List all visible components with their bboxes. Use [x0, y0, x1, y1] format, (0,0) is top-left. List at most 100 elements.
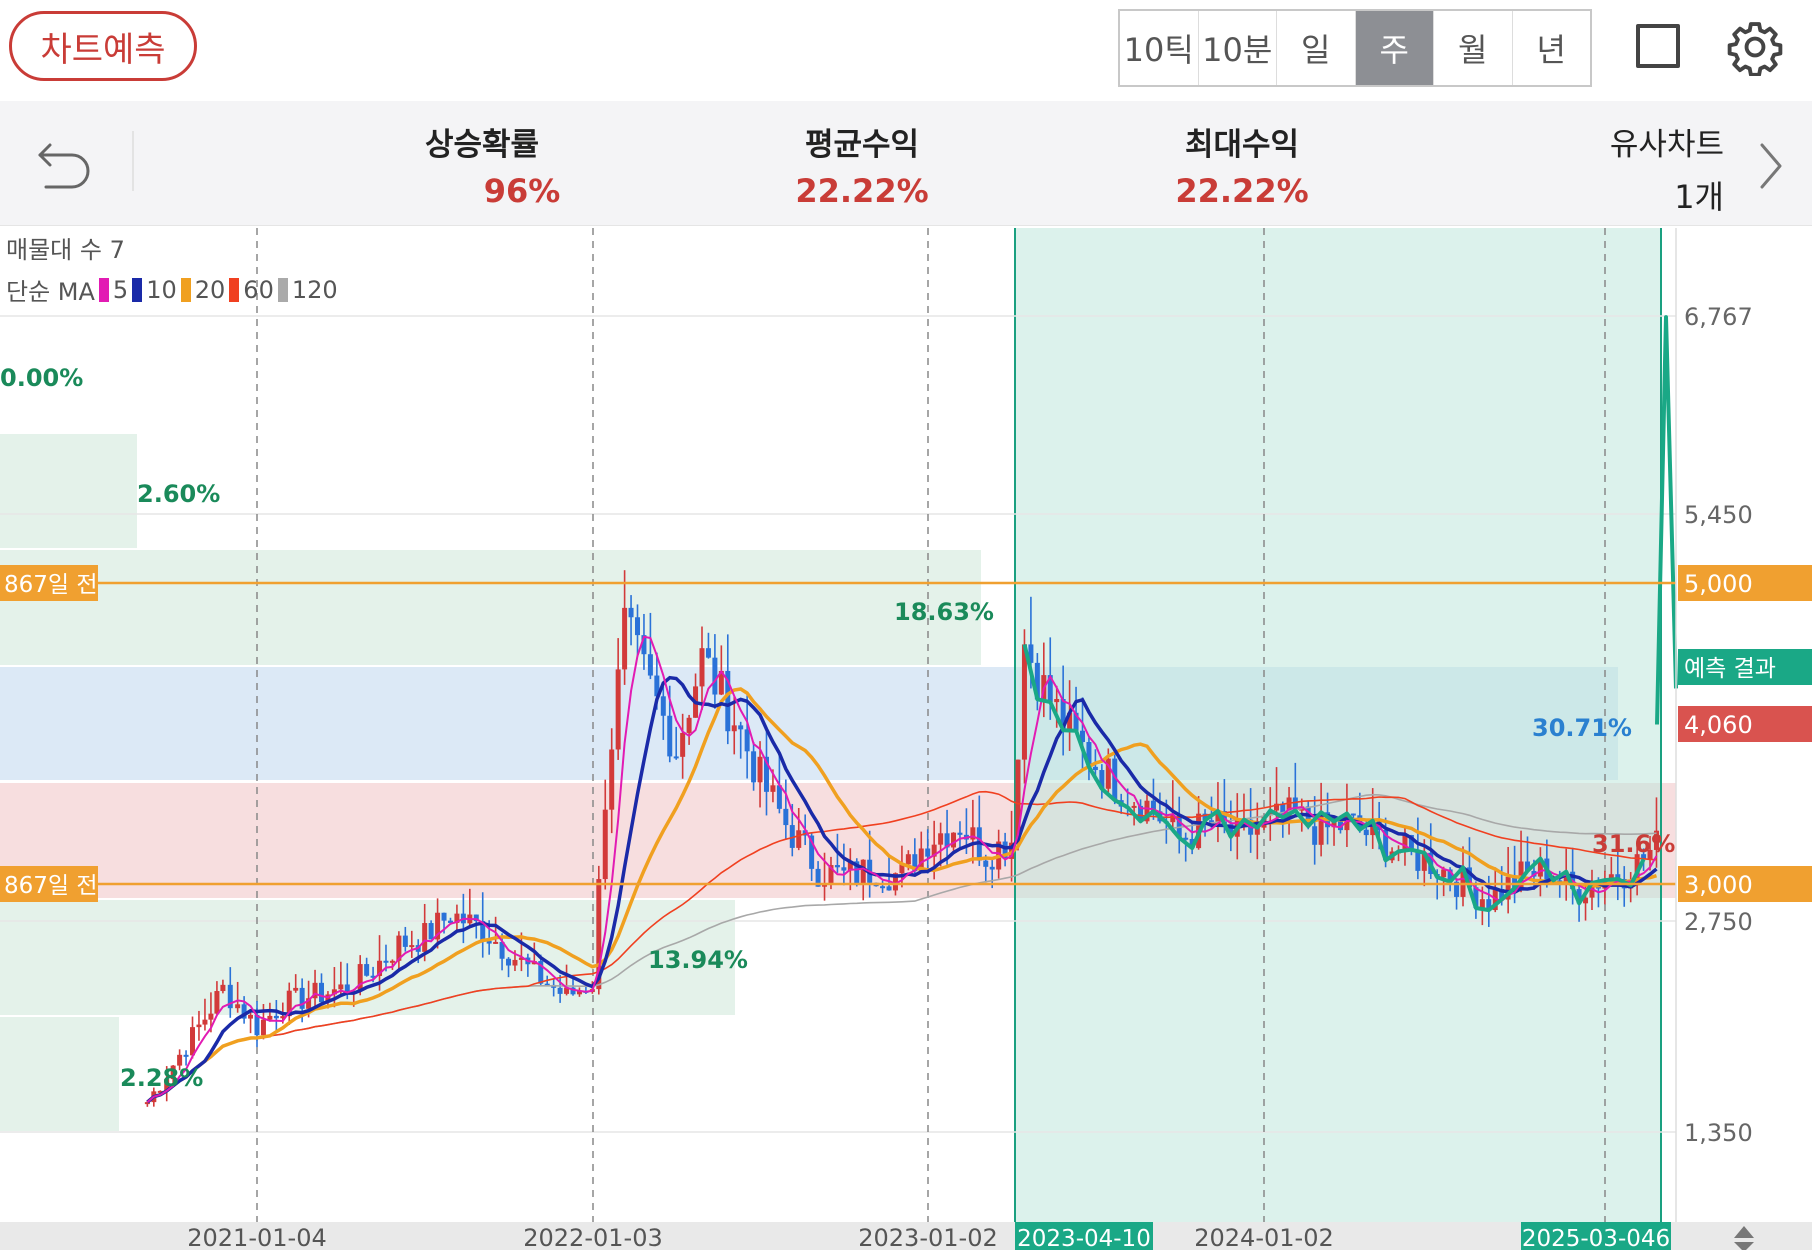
- x-axis-tick: 2022-01-03: [523, 1224, 662, 1250]
- gear-icon[interactable]: [1726, 18, 1784, 76]
- candle-body: [389, 960, 395, 963]
- max-return-value: 22.22%: [1175, 172, 1309, 210]
- candle-body: [699, 648, 705, 687]
- candle-body: [248, 1014, 254, 1019]
- candle-body: [783, 808, 789, 826]
- zone-percent-label: 13.94%: [648, 946, 748, 974]
- candle-body: [886, 886, 892, 891]
- ma10-swatch: [132, 277, 143, 302]
- candle-body: [422, 923, 428, 952]
- candle-body: [667, 715, 673, 757]
- ma120-label: 120: [291, 275, 338, 304]
- current-price-tag: 4,060: [1684, 711, 1753, 739]
- candle-body: [1363, 829, 1369, 836]
- candle-body: [635, 617, 641, 636]
- period-week-button[interactable]: 주: [1355, 11, 1434, 85]
- x-axis-tick: 2024-01-02: [1194, 1224, 1333, 1250]
- candle-body: [905, 854, 911, 865]
- candle-body: [383, 960, 389, 963]
- candle-body: [615, 669, 621, 750]
- candle-body: [989, 866, 995, 870]
- candle-body: [1131, 805, 1137, 808]
- candle-body: [602, 809, 608, 880]
- candle-body: [738, 725, 744, 730]
- candle-body: [344, 984, 350, 992]
- volume-band: [0, 434, 137, 548]
- candle-body: [951, 832, 957, 848]
- ma20-label: 20: [194, 275, 226, 304]
- candle-body: [705, 648, 711, 658]
- undo-back-icon[interactable]: [36, 137, 94, 191]
- candle-body: [983, 860, 989, 867]
- candle-body: [744, 729, 750, 752]
- range-end-tag: 2025-03-046: [1522, 1226, 1670, 1250]
- candle-body: [686, 717, 692, 733]
- candle-body: [235, 1004, 241, 1009]
- period-day-button[interactable]: 일: [1277, 11, 1356, 85]
- candle-body: [712, 657, 718, 695]
- period-month-button[interactable]: 월: [1434, 11, 1513, 85]
- top-bar: 차트예측 10틱 10분 일 주 월 년: [0, 0, 1812, 100]
- avg-return-stat: 평균수익 22.22%: [752, 119, 972, 210]
- period-10tick-button[interactable]: 10틱: [1120, 11, 1199, 85]
- y-axis-tick: 6,767: [1684, 303, 1753, 331]
- zone-percent-label: 2.28%: [120, 1064, 203, 1092]
- y-axis-tick: 2,750: [1684, 908, 1753, 936]
- candle-body: [628, 607, 634, 618]
- rise-probability-stat: 상승확률 96%: [372, 119, 592, 210]
- candle-body: [796, 830, 802, 848]
- prediction-result-tag: 예측 결과: [1684, 656, 1776, 682]
- candle-body: [338, 984, 344, 990]
- candle-body: [1318, 812, 1324, 845]
- candle-body: [647, 654, 653, 676]
- candle-body: [293, 987, 299, 991]
- ma-legend: 단순 MA 5 10 20 60 120: [6, 272, 338, 307]
- candle-body: [273, 1015, 279, 1019]
- candle-body: [220, 984, 226, 992]
- candle-body: [938, 833, 944, 845]
- prediction-stats-bar: 상승확률 96% 평균수익 22.22% 최대수익 22.22% 유사차트 1개: [0, 101, 1812, 226]
- ma20-swatch: [180, 277, 191, 302]
- candle-body: [1441, 869, 1447, 878]
- candle-body: [196, 1024, 202, 1028]
- candle-body: [512, 959, 518, 966]
- volume-profile-legend: 매물대 수 7: [6, 236, 125, 264]
- period-year-button[interactable]: 년: [1513, 11, 1591, 85]
- candle-body: [660, 696, 666, 716]
- rise-probability-label: 상승확률: [424, 127, 540, 163]
- price-line-left-tag: 867일 전: [4, 572, 98, 598]
- candle-body: [506, 958, 512, 966]
- volume-band: [0, 550, 981, 665]
- similar-chart-stat[interactable]: 유사차트 1개: [1610, 119, 1724, 218]
- x-axis-tick: 2021-01-04: [187, 1224, 326, 1250]
- candle-body: [957, 832, 963, 835]
- candle-body: [731, 725, 737, 732]
- period-10min-button[interactable]: 10분: [1199, 11, 1277, 85]
- candle-body: [1021, 644, 1027, 760]
- fullscreen-square-icon[interactable]: [1636, 24, 1680, 68]
- ma120-swatch: [277, 277, 288, 302]
- ma10-label: 10: [146, 275, 177, 304]
- price-chart[interactable]: 867일 전 5,000 867일 전 3,000 6,767 5,450 2,750 1,3…: [0, 226, 1812, 1250]
- avg-return-value: 22.22%: [795, 172, 929, 210]
- candle-body: [1350, 813, 1356, 816]
- zone-percent-label: 18.63%: [894, 598, 994, 626]
- zone-percent-label: 30.71%: [1532, 714, 1632, 742]
- range-start-tag: 2023-04-10: [1017, 1226, 1151, 1250]
- candle-body: [770, 785, 776, 792]
- candle-body: [622, 607, 628, 670]
- candle-body: [190, 1027, 196, 1056]
- candle-body: [183, 1054, 189, 1057]
- candle-body: [409, 945, 415, 948]
- candle-body: [402, 935, 408, 947]
- chart-predict-button[interactable]: 차트예측: [9, 11, 197, 81]
- stats-divider: [132, 131, 134, 191]
- candle-body: [208, 1013, 214, 1020]
- ma60-label: 60: [243, 275, 274, 304]
- candle-body: [557, 987, 563, 994]
- chevron-right-icon[interactable]: [1756, 141, 1786, 191]
- period-selector: 10틱 10분 일 주 월 년: [1118, 9, 1592, 87]
- x-axis-tick: 2023-01-02: [858, 1224, 997, 1250]
- candle-body: [834, 865, 840, 868]
- ma60-swatch: [229, 277, 240, 302]
